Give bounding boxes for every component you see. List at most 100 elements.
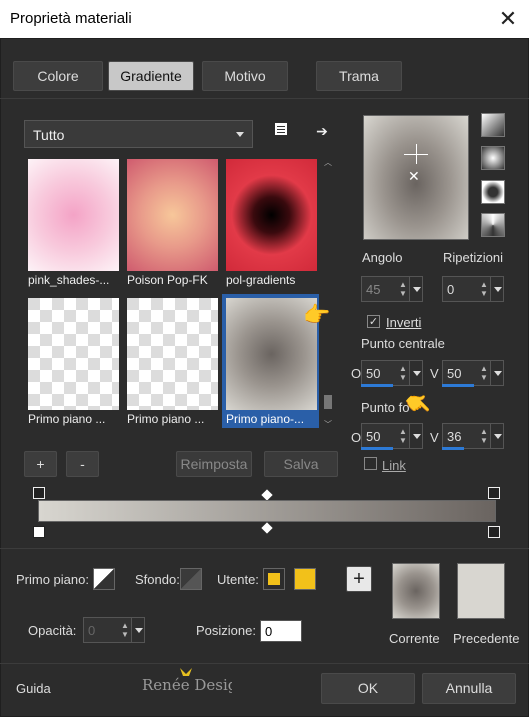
focus-v-label: V	[430, 430, 439, 445]
help-link[interactable]: Guida	[16, 681, 51, 696]
user-color-swatch[interactable]	[294, 568, 316, 590]
user-color-fill	[268, 573, 280, 585]
center-o-slider[interactable]	[361, 384, 393, 387]
angle-value: 45	[366, 282, 381, 297]
item-label: Poison Pop-FK	[127, 273, 208, 287]
window-title: Proprietà materiali	[10, 10, 132, 27]
invert-label[interactable]: Inverti	[386, 315, 421, 330]
style-rectangular-button[interactable]	[481, 146, 505, 170]
position-label: Posizione:	[196, 623, 256, 638]
focus-v-input[interactable]: 36 ▲ ▼	[442, 423, 504, 449]
center-point-label: Punto centrale	[361, 336, 445, 351]
previous-swatch[interactable]	[457, 563, 505, 619]
scrollbar-thumb[interactable]	[324, 395, 332, 409]
link-checkbox[interactable]	[364, 457, 377, 470]
style-radial-button[interactable]	[481, 180, 505, 204]
title-bar: Proprietà materiali ✕	[0, 0, 529, 38]
center-o-input[interactable]: 50 ▲ ▼	[361, 360, 423, 386]
angle-input[interactable]: 45 ▲ ▼	[361, 276, 423, 302]
current-swatch[interactable]	[392, 563, 440, 619]
divider	[0, 98, 529, 99]
user-color-small[interactable]	[263, 568, 285, 590]
spin-arrows-icon[interactable]: ▲ ▼	[398, 280, 408, 298]
center-v-value: 50	[447, 366, 462, 381]
spin-arrows-icon[interactable]: ▲ ▼	[479, 364, 489, 382]
focus-o-slider[interactable]	[361, 447, 393, 450]
spin-arrows-icon[interactable]: ▲ ▼	[479, 427, 489, 445]
color-stop-top-left[interactable]	[33, 487, 45, 499]
list-item[interactable]: pink_shades-...	[24, 155, 121, 289]
divider	[0, 663, 529, 664]
list-item[interactable]: Primo piano ...	[123, 294, 220, 428]
repeats-value: 0	[447, 282, 455, 297]
style-sunburst-button[interactable]	[481, 213, 505, 237]
focus-o-label: O	[351, 430, 362, 445]
focus-v-value: 36	[447, 429, 462, 444]
center-o-value: 50	[366, 366, 381, 381]
add-color-button[interactable]: +	[346, 566, 372, 592]
tab-trama[interactable]: Trama	[316, 61, 402, 91]
spin-arrows-icon[interactable]: ▲ ▼	[398, 364, 408, 382]
center-v-input[interactable]: 50 ▲ ▼	[442, 360, 504, 386]
angle-label: Angolo	[362, 250, 403, 265]
scroll-up-icon[interactable]: ︿	[324, 157, 332, 168]
library-menu-icon[interactable]	[270, 121, 292, 143]
tab-gradiente[interactable]: Gradiente	[108, 61, 194, 91]
focus-o-input[interactable]: 50 ▲ ▼	[361, 423, 423, 449]
item-label: Primo piano ...	[28, 412, 106, 426]
invert-checkbox[interactable]: ✓	[367, 315, 380, 328]
close-icon[interactable]: ✕	[493, 4, 523, 34]
logo-watermark: Renée Design	[140, 666, 247, 694]
color-stop-top-right[interactable]	[488, 487, 500, 499]
opacity-label: Opacità:	[28, 623, 77, 638]
reset-button[interactable]: Reimposta	[176, 451, 252, 477]
gradient-thumb	[226, 159, 317, 271]
foreground-swatch[interactable]	[93, 568, 115, 590]
gradient-editor-bar[interactable]	[38, 500, 496, 522]
tab-colore[interactable]: Colore	[13, 61, 103, 91]
category-value: Tutto	[33, 127, 65, 143]
save-button[interactable]: Salva	[264, 451, 338, 477]
previous-label: Precedente	[453, 631, 520, 646]
focus-v-slider[interactable]	[442, 447, 464, 450]
library-scrollbar[interactable]: ︿ ﹀	[322, 155, 334, 433]
color-stop-bottom-left[interactable]	[33, 526, 45, 538]
style-linear-button[interactable]	[481, 113, 505, 137]
dropdown-icon[interactable]	[409, 361, 422, 385]
spin-arrows-icon[interactable]: ▲ ▼	[120, 621, 130, 639]
tab-motivo[interactable]: Motivo	[202, 61, 288, 91]
arrow-right-icon[interactable]: ➔	[311, 120, 333, 142]
spin-arrows-icon[interactable]: ▲ ▼	[479, 280, 489, 298]
background-swatch[interactable]	[180, 568, 202, 590]
link-label[interactable]: Link	[382, 458, 406, 473]
gradient-thumb	[28, 298, 119, 410]
item-label: pink_shades-...	[28, 273, 110, 287]
repeats-input[interactable]: 0 ▲ ▼	[442, 276, 504, 302]
spin-arrows-icon[interactable]: ▲ ▼	[398, 427, 408, 445]
list-item[interactable]: pol-gradients	[222, 155, 319, 289]
add-gradient-button[interactable]: +	[24, 451, 57, 477]
chevron-down-icon	[236, 132, 244, 137]
center-v-slider[interactable]	[442, 384, 474, 387]
dropdown-icon[interactable]	[490, 277, 503, 301]
current-label: Corrente	[389, 631, 440, 646]
dropdown-icon[interactable]	[409, 277, 422, 301]
background-label: Sfondo:	[135, 572, 180, 587]
dropdown-icon[interactable]	[490, 361, 503, 385]
cancel-button[interactable]: Annulla	[422, 673, 516, 704]
list-item[interactable]: Poison Pop-FK	[123, 155, 220, 289]
opacity-input[interactable]: 0 ▲ ▼	[83, 617, 145, 643]
ok-button[interactable]: OK	[321, 673, 415, 704]
remove-gradient-button[interactable]: -	[66, 451, 99, 477]
pointing-hand-icon: 👉	[303, 302, 331, 327]
dropdown-icon[interactable]	[131, 618, 144, 642]
category-dropdown[interactable]: Tutto	[24, 120, 253, 148]
list-item[interactable]: Primo piano ...	[24, 294, 121, 428]
color-stop-bottom-right[interactable]	[488, 526, 500, 538]
dropdown-icon[interactable]	[409, 424, 422, 448]
position-input[interactable]: 0	[260, 620, 302, 642]
gradient-preview[interactable]: ✕	[363, 115, 469, 240]
gradient-thumb	[127, 159, 218, 271]
scroll-down-icon[interactable]: ﹀	[324, 419, 332, 430]
dropdown-icon[interactable]	[490, 424, 503, 448]
